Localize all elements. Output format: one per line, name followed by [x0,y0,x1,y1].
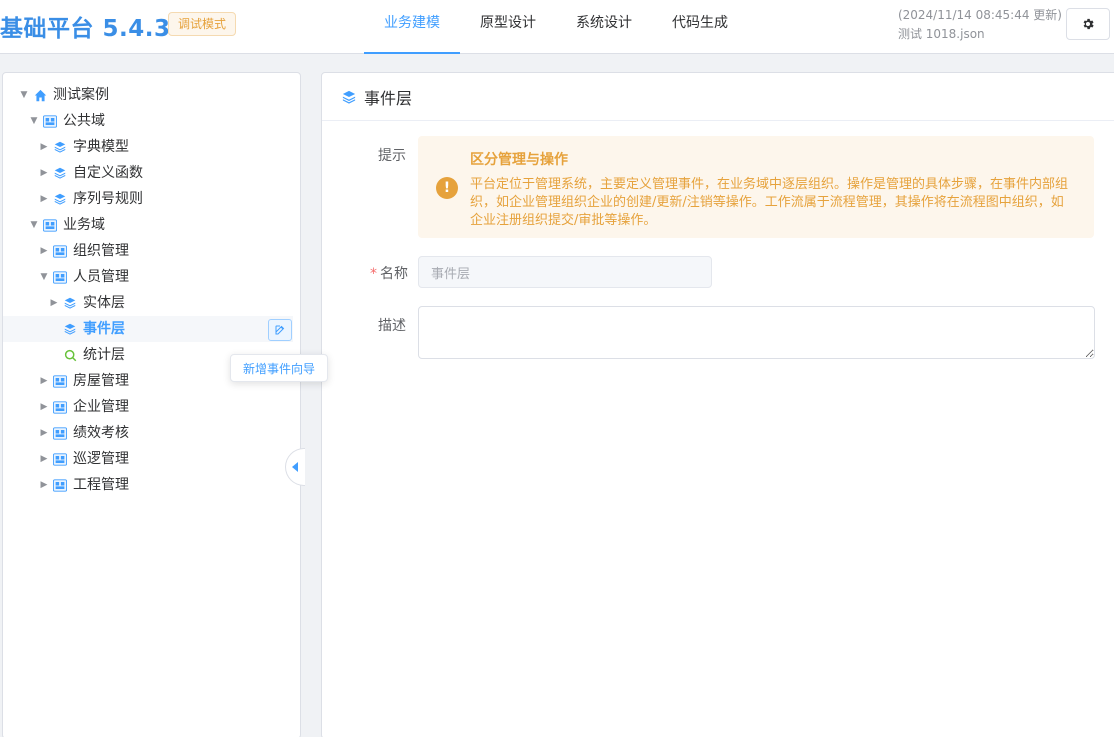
module-icon [51,472,69,498]
caret-right-icon[interactable]: ▶ [37,238,51,264]
gear-icon [1083,18,1094,30]
tree-node-label: 巡逻管理 [73,451,129,467]
caret-right-icon[interactable]: ▶ [37,134,51,160]
app-header: 基础平台 5.4.3 调试模式 业务建模 原型设计 系统设计 代码生成 (202… [0,0,1114,54]
caret-right-icon[interactable]: ▶ [37,186,51,212]
tree-node[interactable]: ▶ 绩效考核 [3,420,293,446]
hint-label: 提示 [378,148,406,164]
layers-icon [51,186,69,212]
file-meta: (2024/11/14 08:45:44 更新) 测试 1018.json [898,6,1062,44]
tab-system-design[interactable]: 系统设计 [556,0,652,54]
tree-node[interactable]: ▶ 组织管理 [3,238,293,264]
tree-node[interactable]: ▼ 业务域 [3,212,293,238]
layers-icon [61,316,79,342]
tree-node[interactable]: 事件层 [3,316,293,342]
layers-icon [51,134,69,160]
domain-icon [41,212,59,238]
module-icon [51,238,69,264]
alert-title: 区分管理与操作 [470,152,568,168]
tree-node-label: 序列号规则 [73,191,143,207]
tree-node[interactable]: ▶ 企业管理 [3,394,293,420]
tree-node[interactable]: ▼ 人员管理 [3,264,293,290]
desc-label: 描述 [378,318,406,334]
tree-node-label: 业务域 [63,217,105,233]
tree-node-label: 企业管理 [73,399,129,415]
tree-node-label: 事件层 [83,321,125,337]
tab-business-modeling[interactable]: 业务建模 [364,0,460,54]
file-name: 测试 1018.json [897,27,985,41]
module-icon [51,368,69,394]
tree-node-label: 自定义函数 [73,165,143,181]
tree-node[interactable]: ▶ 实体层 [3,290,293,316]
caret-right-icon[interactable]: ▶ [37,368,51,394]
caret-right-icon[interactable]: ▶ [37,472,51,498]
domain-icon [41,108,59,134]
required-mark: * [370,266,377,282]
updated-time: (2024/11/14 08:45:44 更新) [897,8,1062,22]
layers-icon [61,290,79,316]
chevron-left-icon [291,462,298,472]
module-icon [51,446,69,472]
tree-node-label: 公共域 [63,113,105,129]
name-input[interactable] [418,256,712,288]
name-label: 名称 [380,266,408,282]
edit-icon [275,325,285,335]
tree-node[interactable]: ▼ 测试案例 [3,82,293,108]
name-label-wrapper: * 名称 [370,263,408,283]
brand-title: 基础平台 5.4.3 [0,16,171,42]
tree-node[interactable]: ▶ 工程管理 [3,472,293,498]
caret-placeholder [47,316,61,342]
caret-down-icon[interactable]: ▼ [27,212,41,238]
caret-down-icon[interactable]: ▼ [37,264,51,290]
layers-icon [340,84,358,110]
module-icon [51,264,69,290]
caret-right-icon[interactable]: ▶ [37,420,51,446]
tree-node[interactable]: ▶ 字典模型 [3,134,293,160]
caret-right-icon[interactable]: ▶ [47,290,61,316]
debug-mode-badge: 调试模式 [168,12,237,36]
tree-node[interactable]: ▼ 公共域 [3,108,293,134]
tree-node-label: 房屋管理 [73,373,129,389]
settings-button[interactable] [1066,8,1110,40]
hint-alert: ! 区分管理与操作 平台定位于管理系统，主要定义管理事件，在业务域中逐层组织。操… [418,136,1094,238]
main-nav: 业务建模 原型设计 系统设计 代码生成 [364,0,748,54]
edit-node-button[interactable] [268,319,292,341]
add-event-wizard-tooltip[interactable]: 新增事件向导 [230,354,328,382]
caret-placeholder [47,342,61,368]
layers-icon [51,160,69,186]
tree-node-label: 人员管理 [73,269,129,285]
home-icon [31,82,49,108]
description-textarea[interactable] [418,306,1095,359]
module-icon [51,420,69,446]
alert-description: 平台定位于管理系统，主要定义管理事件，在业务域中逐层组织。操作是管理的具体步骤，… [470,177,1069,228]
search-icon [61,342,79,368]
tab-prototype-design[interactable]: 原型设计 [460,0,556,54]
module-icon [51,394,69,420]
tree-node[interactable]: ▶ 序列号规则 [3,186,293,212]
tree-node-label: 实体层 [83,295,125,311]
tree-node-label: 字典模型 [73,139,129,155]
tab-code-generation[interactable]: 代码生成 [652,0,748,54]
tree-panel: ▼ 测试案例 ▼ 公共域 ▶ 字典模型 ▶ 自定义函数 ▶ 序列号规则 ▼ 业务域 ▶ 组织管理 ▼ 人员管理… [2,72,305,737]
tree-node[interactable]: ▶ 自定义函数 [3,160,293,186]
tree-node[interactable]: ▶ 巡逻管理 [3,446,293,472]
caret-right-icon[interactable]: ▶ [37,394,51,420]
warning-icon: ! [436,177,458,199]
tree-node-label: 工程管理 [73,477,129,493]
tree-node-label: 组织管理 [73,243,129,259]
caret-right-icon[interactable]: ▶ [37,446,51,472]
caret-down-icon[interactable]: ▼ [27,108,41,134]
panel-header: 事件层 [322,73,1114,121]
tree-node-label: 测试案例 [53,87,109,103]
tree-node-label: 绩效考核 [73,425,129,441]
tree-node-label: 统计层 [83,347,125,363]
content-panel: 事件层 提示 ! 区分管理与操作 平台定位于管理系统，主要定义管理事件，在业务域… [321,72,1114,737]
caret-right-icon[interactable]: ▶ [37,160,51,186]
panel-title: 事件层 [364,88,413,108]
caret-down-icon[interactable]: ▼ [17,82,31,108]
